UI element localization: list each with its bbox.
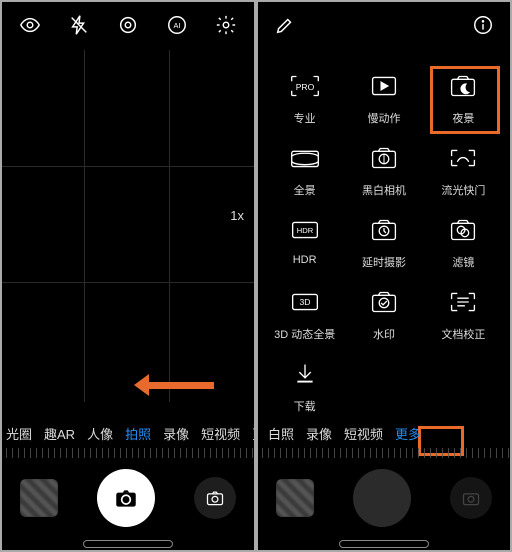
svg-text:3D: 3D [299, 297, 310, 307]
mode-night[interactable]: 夜景 [429, 68, 498, 126]
annotation-arrow [144, 376, 224, 394]
svg-text:HDR: HDR [296, 226, 313, 235]
watermark-icon [362, 284, 406, 320]
slowmo-icon [362, 68, 406, 104]
zoom-indicator[interactable]: 1x [230, 208, 244, 223]
mode-ticks [256, 448, 512, 458]
mode-tab[interactable]: 更 [246, 424, 256, 443]
eye-icon[interactable] [19, 14, 41, 36]
mode-tab[interactable]: 人像 [81, 424, 119, 443]
panorama-icon [283, 140, 327, 176]
lightpaint-icon [441, 140, 485, 176]
download-icon [283, 356, 327, 392]
mode-label: 延时摄影 [362, 254, 406, 270]
mode-tab[interactable]: 拍照 [119, 424, 157, 443]
svg-text:AI: AI [173, 21, 180, 30]
mode-watermark[interactable]: 水印 [349, 284, 418, 342]
shutter-bar [256, 458, 512, 538]
mode-ticks [0, 448, 256, 458]
mode-docscan[interactable]: 文档校正 [429, 284, 498, 342]
night-icon [441, 68, 485, 104]
mode-label: 流光快门 [441, 182, 485, 198]
mode-label: HDR [293, 254, 317, 266]
mode-label: 黑白相机 [362, 182, 406, 198]
mode-filter[interactable]: 滤镜 [429, 212, 498, 270]
top-toolbar [256, 0, 512, 50]
svg-text:PRO: PRO [295, 82, 314, 92]
pro-icon: PRO [283, 68, 327, 104]
mode-label: 文档校正 [441, 326, 485, 342]
mode-tab[interactable]: 录像 [300, 424, 338, 443]
mode-tab[interactable]: 白照 [262, 424, 300, 443]
home-indicator[interactable] [83, 540, 173, 548]
mode-strip[interactable]: 光圈趣AR人像拍照录像短视频更 [0, 418, 256, 448]
mode-tab[interactable]: 光圈 [0, 424, 38, 443]
docscan-icon [441, 284, 485, 320]
flash-off-icon[interactable] [68, 14, 90, 36]
mode-lightpaint[interactable]: 流光快门 [429, 140, 498, 198]
mode-tab[interactable]: 短视频 [195, 424, 246, 443]
mode-pro[interactable]: PRO 专业 [270, 68, 339, 126]
mode-timelapse[interactable]: 延时摄影 [349, 212, 418, 270]
ai-icon[interactable]: AI [166, 14, 188, 36]
mode-tab[interactable]: 趣AR [38, 424, 81, 443]
mode-panorama[interactable]: 全景 [270, 140, 339, 198]
top-toolbar: AI [0, 0, 256, 50]
gallery-thumbnail[interactable] [20, 479, 58, 517]
mode-label: 夜景 [452, 110, 474, 126]
viewfinder[interactable]: 1x [0, 50, 256, 402]
hdr-icon: HDR [283, 212, 327, 248]
mode-label: 专业 [294, 110, 316, 126]
mode-slowmo[interactable]: 慢动作 [349, 68, 418, 126]
gallery-thumbnail[interactable] [276, 479, 314, 517]
mode-label: 慢动作 [367, 110, 400, 126]
mode-label: 水印 [373, 326, 395, 342]
shutter-button[interactable] [97, 469, 155, 527]
settings-icon[interactable] [117, 14, 139, 36]
mode-label: 3D 动态全景 [274, 326, 335, 342]
mode-mono[interactable]: 黑白相机 [349, 140, 418, 198]
mode-tab[interactable]: 更多 [389, 424, 427, 443]
mono-icon [362, 140, 406, 176]
home-indicator[interactable] [339, 540, 429, 548]
mode-download[interactable]: 下载 [270, 356, 339, 414]
timelapse-icon [362, 212, 406, 248]
mode-3dpano[interactable]: 3D 3D 动态全景 [270, 284, 339, 342]
mode-strip[interactable]: 白照录像短视频更多 [256, 418, 512, 448]
camera-switch-button [450, 477, 492, 519]
gear-icon[interactable] [215, 14, 237, 36]
mode-label: 滤镜 [452, 254, 474, 270]
info-icon[interactable] [472, 14, 494, 36]
shutter-button [353, 469, 411, 527]
mode-label: 下载 [294, 398, 316, 414]
shutter-bar [0, 458, 256, 538]
mode-label: 全景 [294, 182, 316, 198]
mode-tab[interactable]: 短视频 [338, 424, 389, 443]
edit-icon[interactable] [274, 14, 296, 36]
camera-switch-button[interactable] [194, 477, 236, 519]
3dpano-icon: 3D [283, 284, 327, 320]
mode-grid: PRO 专业 慢动作 夜景全景 黑白相机 流光快门 HDR HDR 延时摄影 滤镜 3D 3D 动态全… [256, 60, 512, 414]
camera-viewfinder-screen: AI 1x 光圈趣AR人像拍照录像短视频更 [0, 0, 256, 552]
filter-icon [441, 212, 485, 248]
camera-more-modes-screen: PRO 专业 慢动作 夜景全景 黑白相机 流光快门 HDR HDR 延时摄影 滤镜 3D 3D 动态全… [256, 0, 512, 552]
mode-hdr[interactable]: HDR HDR [270, 212, 339, 270]
mode-tab[interactable]: 录像 [157, 424, 195, 443]
